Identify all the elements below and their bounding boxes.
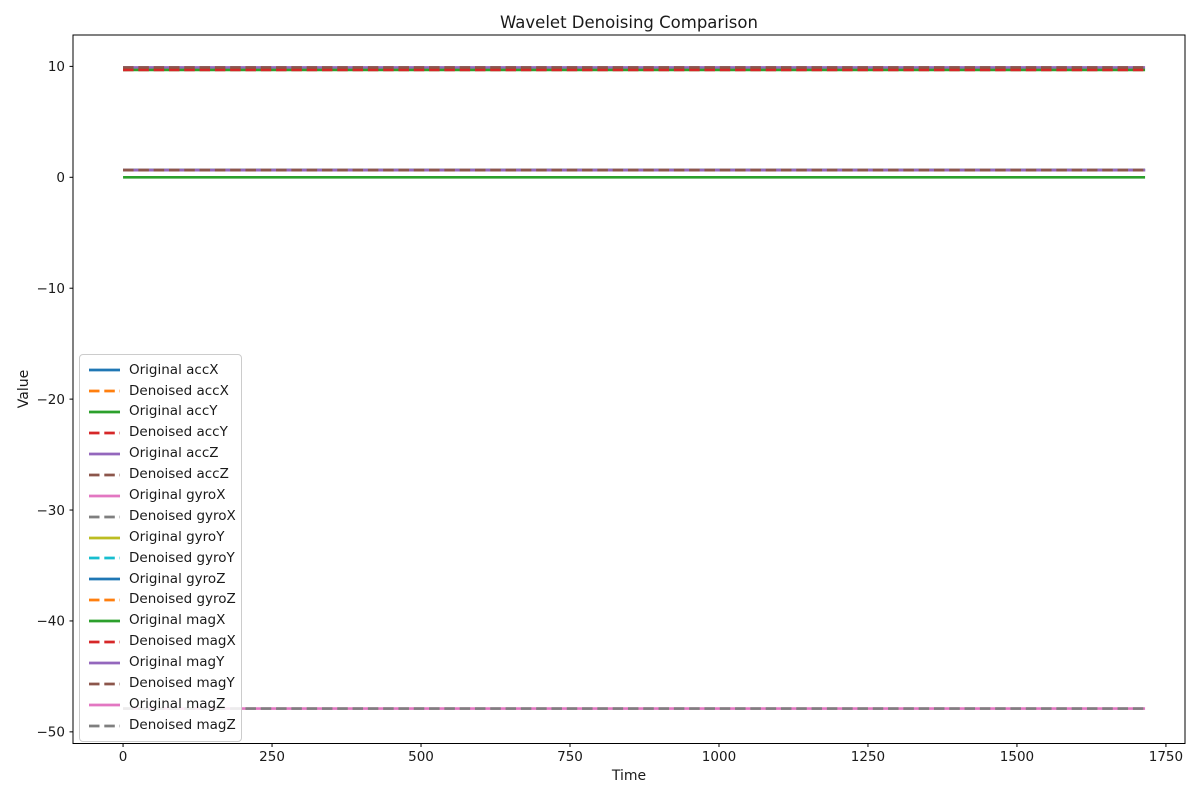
x-tick-label: 750 [557, 749, 583, 765]
legend-item: Denoised magZ [80, 715, 241, 736]
x-tick-label: 1750 [1149, 749, 1183, 765]
legend-item: Original magY [80, 652, 241, 673]
legend-item-label: Denoised accY [129, 426, 228, 440]
y-tick-label: −10 [37, 281, 66, 297]
legend-line-sample [89, 660, 120, 666]
legend-item: Denoised magX [80, 632, 241, 653]
chart-title: Wavelet Denoising Comparison [73, 13, 1185, 32]
legend-item: Denoised accX [80, 381, 241, 402]
legend-line-sample [89, 409, 120, 415]
legend-line-sample [89, 576, 120, 582]
legend-item: Denoised accZ [80, 464, 241, 485]
legend-item: Original accX [80, 360, 241, 381]
legend-item: Original accY [80, 402, 241, 423]
y-tick-label: 10 [48, 59, 65, 75]
legend-item-label: Denoised accX [129, 385, 229, 399]
legend-item-label: Original accX [129, 364, 218, 378]
legend-item-label: Denoised magY [129, 677, 235, 691]
legend-item-label: Denoised magZ [129, 719, 236, 733]
x-tick-label: 250 [259, 749, 285, 765]
legend-item: Original gyroZ [80, 569, 241, 590]
legend-line-sample [89, 367, 120, 373]
legend-item: Original magX [80, 611, 241, 632]
legend-line-sample [89, 639, 120, 645]
legend-item-label: Denoised magX [129, 635, 236, 649]
legend-item: Denoised gyroY [80, 548, 241, 569]
legend-line-sample [89, 681, 120, 687]
legend-line-sample [89, 535, 120, 541]
legend-line-sample [89, 430, 120, 436]
legend-line-sample [89, 493, 120, 499]
y-tick-label: −30 [37, 503, 66, 519]
legend-item: Original accZ [80, 444, 241, 465]
y-axis-label: Value [16, 370, 32, 408]
legend-item: Original gyroY [80, 527, 241, 548]
legend-line-sample [89, 451, 120, 457]
legend-line-sample [89, 472, 120, 478]
legend-item: Original magZ [80, 694, 241, 715]
legend-line-sample [89, 514, 120, 520]
legend-item-label: Denoised gyroY [129, 552, 235, 566]
legend-item-label: Original accY [129, 405, 217, 419]
y-tick-label: −20 [37, 392, 66, 408]
x-axis-label: Time [73, 768, 1185, 784]
x-tick-label: 1500 [1000, 749, 1034, 765]
legend-item: Denoised magY [80, 673, 241, 694]
legend-item: Denoised accY [80, 423, 241, 444]
legend-item-label: Original gyroX [129, 489, 225, 503]
legend-line-sample [89, 723, 120, 729]
legend-item: Denoised gyroX [80, 506, 241, 527]
x-tick-label: 500 [408, 749, 434, 765]
legend-item-label: Original magX [129, 614, 225, 628]
legend-item-label: Original gyroZ [129, 573, 225, 587]
x-tick-label: 1250 [851, 749, 885, 765]
legend-item: Denoised gyroZ [80, 590, 241, 611]
legend-line-sample [89, 555, 120, 561]
legend-item-label: Original magZ [129, 698, 225, 712]
legend-line-sample [89, 618, 120, 624]
y-tick-label: −50 [37, 725, 66, 741]
legend: Original accX Denoised accX Original accY D… [79, 354, 242, 742]
legend-item-label: Original magY [129, 656, 224, 670]
figure: 0 250 500 750 1000 1250 1500 1750 10 0 −10 −20 −30 −4… [0, 0, 1200, 800]
legend-item: Original gyroX [80, 485, 241, 506]
y-tick-label: 0 [56, 170, 65, 186]
y-tick-label: −40 [37, 614, 66, 630]
legend-line-sample [89, 702, 120, 708]
legend-item-label: Denoised accZ [129, 468, 229, 482]
x-tick-label: 1000 [702, 749, 736, 765]
x-tick-label: 0 [119, 749, 128, 765]
legend-item-label: Original gyroY [129, 531, 224, 545]
legend-line-sample [89, 388, 120, 394]
legend-item-label: Original accZ [129, 447, 218, 461]
legend-line-sample [89, 597, 120, 603]
legend-item-label: Denoised gyroZ [129, 593, 236, 607]
legend-item-label: Denoised gyroX [129, 510, 236, 524]
